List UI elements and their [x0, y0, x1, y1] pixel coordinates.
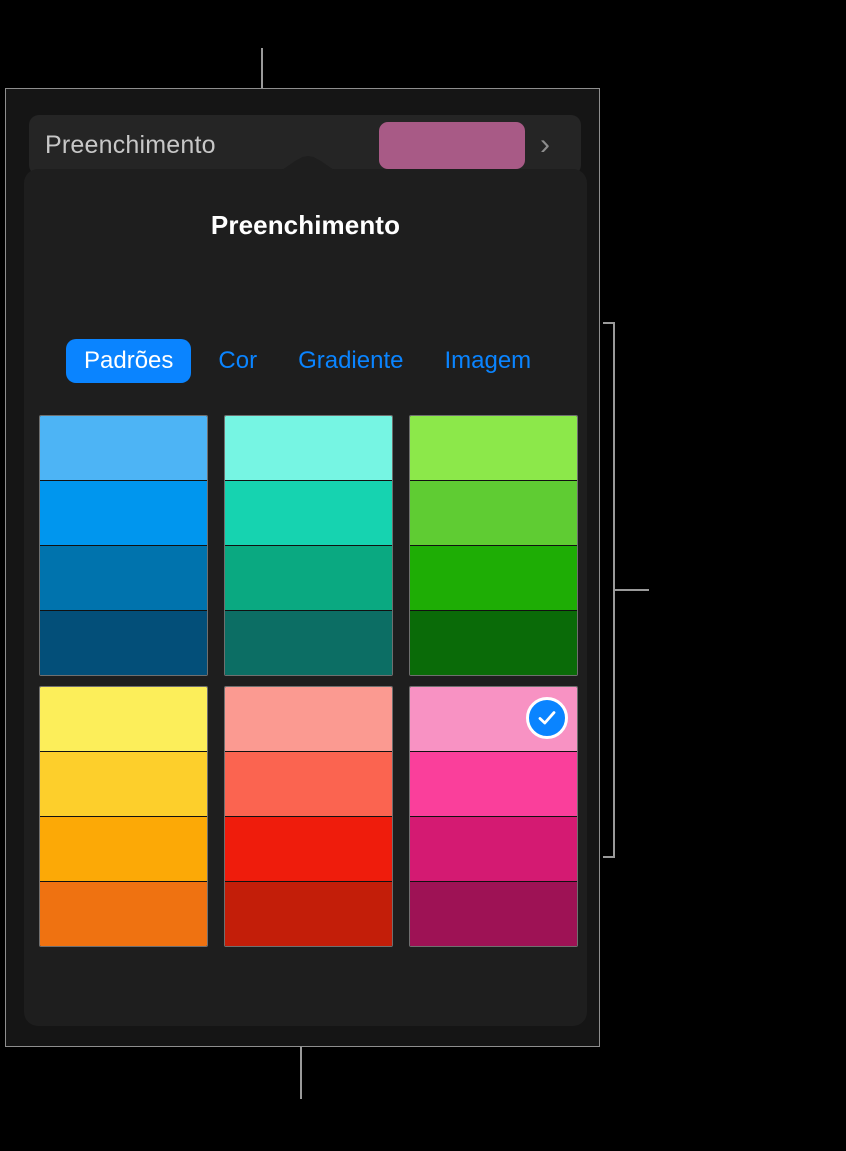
fill-row-label: Preenchimento — [45, 130, 216, 159]
teal-column — [224, 415, 393, 676]
color-swatch[interactable] — [225, 481, 392, 546]
checkmark-icon — [526, 697, 568, 739]
color-swatch[interactable] — [225, 687, 392, 752]
color-swatch[interactable] — [40, 817, 207, 882]
color-swatch[interactable] — [410, 611, 577, 675]
color-swatch[interactable] — [40, 481, 207, 546]
color-swatch[interactable] — [225, 817, 392, 882]
fill-type-tab-bar: Padrões Cor Gradiente Imagem — [66, 339, 545, 383]
color-swatch[interactable] — [225, 546, 392, 611]
color-swatch[interactable] — [225, 752, 392, 817]
color-swatch[interactable] — [40, 687, 207, 752]
swatch-block-warm-colors — [39, 686, 578, 947]
tab-imagem[interactable]: Imagem — [430, 339, 545, 383]
color-swatch[interactable] — [410, 416, 577, 481]
popover-title: Preenchimento — [210, 210, 401, 240]
format-inspector-window: Preenchimento › Preenchimento Padrões Cor… — [5, 88, 600, 1047]
color-swatch[interactable] — [225, 416, 392, 481]
color-swatch[interactable] — [410, 687, 577, 752]
fill-color-swatch-button[interactable] — [379, 121, 525, 169]
blue-column — [39, 415, 208, 676]
color-swatch[interactable] — [410, 752, 577, 817]
color-swatch[interactable] — [40, 752, 207, 817]
tab-cor[interactable]: Cor — [204, 339, 271, 383]
color-swatch[interactable] — [40, 546, 207, 611]
callout-leader-right — [613, 589, 649, 591]
color-swatch[interactable] — [225, 882, 392, 946]
color-swatch[interactable] — [225, 611, 392, 675]
tab-gradiente[interactable]: Gradiente — [284, 339, 417, 383]
callout-bracket-grid-bottom-tick — [603, 856, 615, 858]
yellow-orange-column — [39, 686, 208, 947]
color-swatch[interactable] — [410, 817, 577, 882]
color-swatch[interactable] — [40, 611, 207, 675]
tab-padres[interactable]: Padrões — [66, 339, 192, 383]
red-column — [224, 686, 393, 947]
chevron-right-icon[interactable]: › — [525, 130, 565, 160]
color-swatch[interactable] — [40, 416, 207, 481]
color-swatch[interactable] — [410, 481, 577, 546]
green-column — [409, 415, 578, 676]
color-swatch[interactable] — [410, 882, 577, 946]
swatch-block-cool-colors — [39, 415, 578, 676]
pink-column — [409, 686, 578, 947]
fill-popover: Preenchimento Padrões Cor Gradiente Imagem — [24, 156, 587, 1026]
color-swatch[interactable] — [40, 882, 207, 946]
color-swatch[interactable] — [410, 546, 577, 611]
callout-bracket-grid-top-tick — [603, 322, 615, 324]
